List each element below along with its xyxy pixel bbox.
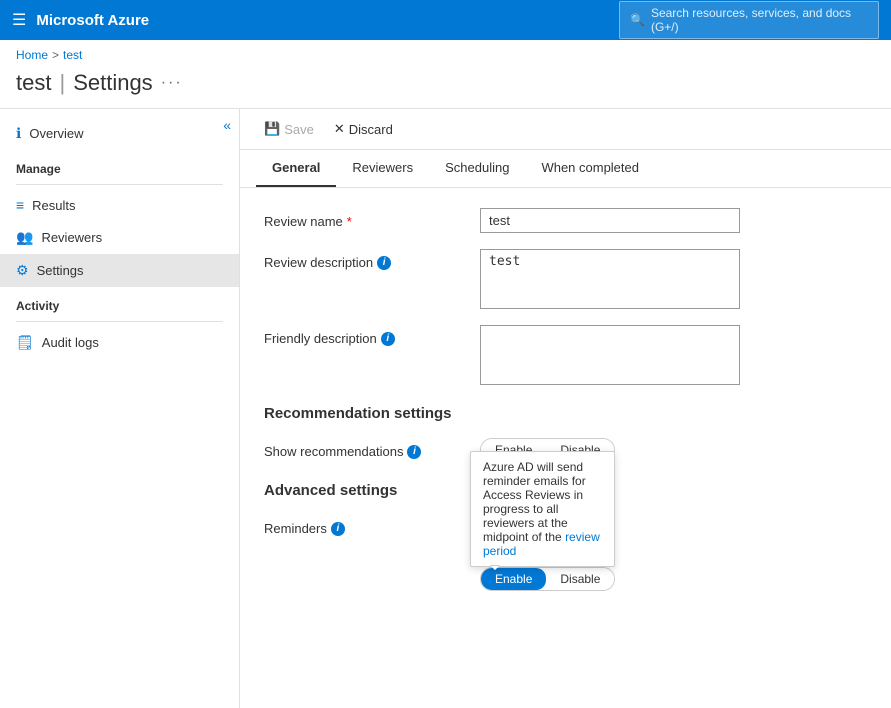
reminders-tooltip: Azure AD will send reminder emails for A… <box>470 451 615 567</box>
sidebar: « ℹ Overview Manage ≡ Results 👥 Reviewer… <box>0 109 240 708</box>
sidebar-label-reviewers: Reviewers <box>41 230 102 245</box>
friendly-desc-info-icon[interactable]: i <box>381 332 395 346</box>
page-title: test <box>16 70 51 96</box>
sidebar-label-overview: Overview <box>29 126 83 141</box>
discard-icon: ✕ <box>334 121 345 137</box>
page-title-separator: | <box>59 70 65 96</box>
breadcrumb-current[interactable]: test <box>63 48 82 62</box>
sidebar-section-activity: Activity <box>0 287 239 317</box>
review-name-label: Review name * <box>264 208 464 229</box>
friendly-desc-label: Friendly description i <box>264 325 464 346</box>
discard-label: Discard <box>349 122 393 137</box>
save-button[interactable]: 💾 Save <box>256 117 322 141</box>
reminders-disable-button[interactable]: Disable <box>546 568 614 590</box>
required-marker: * <box>347 214 352 229</box>
save-icon: 💾 <box>264 121 280 137</box>
breadcrumb-home[interactable]: Home <box>16 48 48 62</box>
app-title: Microsoft Azure <box>36 12 609 29</box>
review-desc-info-icon[interactable]: i <box>377 256 391 270</box>
reminders-label: Reminders i <box>264 515 464 536</box>
sidebar-divider-manage <box>16 184 223 185</box>
search-icon: 🔍 <box>630 13 645 27</box>
sidebar-item-results[interactable]: ≡ Results <box>0 189 239 221</box>
save-label: Save <box>284 122 314 137</box>
sidebar-item-settings[interactable]: ⚙ Settings <box>0 254 239 287</box>
sidebar-label-audit-logs: Audit logs <box>42 335 99 350</box>
breadcrumb: Home > test <box>0 40 891 66</box>
sidebar-divider-activity <box>16 321 223 322</box>
overview-icon: ℹ <box>16 125 21 142</box>
reminders-tooltip-wrapper: Azure AD will send reminder emails for A… <box>480 515 615 591</box>
more-options-button[interactable]: ··· <box>161 74 183 92</box>
reminders-info-icon[interactable]: i <box>331 522 345 536</box>
reminders-row: Reminders i Azure AD will send reminder … <box>264 515 867 591</box>
tab-when-completed[interactable]: When completed <box>525 150 655 187</box>
sidebar-label-results: Results <box>32 198 75 213</box>
review-desc-row: Review description i <box>264 249 867 309</box>
show-rec-info-icon[interactable]: i <box>407 445 421 459</box>
sidebar-label-settings: Settings <box>37 263 84 278</box>
tab-reviewers[interactable]: Reviewers <box>336 150 429 187</box>
global-search-bar[interactable]: 🔍 Search resources, services, and docs (… <box>619 1 879 39</box>
reminders-toggle[interactable]: Enable Disable <box>480 567 615 591</box>
friendly-desc-row: Friendly description i <box>264 325 867 385</box>
tab-general[interactable]: General <box>256 150 336 187</box>
recommendation-settings-header: Recommendation settings <box>264 405 867 422</box>
toolbar: 💾 Save ✕ Discard <box>240 109 891 150</box>
sidebar-item-overview[interactable]: ℹ Overview <box>0 117 239 150</box>
discard-button[interactable]: ✕ Discard <box>326 117 401 141</box>
results-icon: ≡ <box>16 197 24 213</box>
tab-scheduling[interactable]: Scheduling <box>429 150 525 187</box>
breadcrumb-separator: > <box>52 48 59 62</box>
settings-icon: ⚙ <box>16 262 29 279</box>
show-rec-label: Show recommendations i <box>264 438 464 459</box>
audit-logs-icon: 🗒 <box>16 334 34 351</box>
tab-bar: General Reviewers Scheduling When comple… <box>240 150 891 188</box>
search-placeholder-text: Search resources, services, and docs (G+… <box>651 6 868 34</box>
review-desc-input[interactable] <box>480 249 740 309</box>
sidebar-section-manage: Manage <box>0 150 239 180</box>
form-area: Review name * Review description i <box>240 188 891 627</box>
review-desc-label: Review description i <box>264 249 464 270</box>
page-subtitle: Settings <box>73 70 153 96</box>
review-name-input[interactable] <box>480 208 740 233</box>
sidebar-collapse-button[interactable]: « <box>223 117 231 133</box>
main-panel: 💾 Save ✕ Discard General Reviewers Sched… <box>240 109 891 708</box>
reviewers-icon: 👥 <box>16 229 33 246</box>
review-name-row: Review name * <box>264 208 867 233</box>
sidebar-item-reviewers[interactable]: 👥 Reviewers <box>0 221 239 254</box>
sidebar-item-audit-logs[interactable]: 🗒 Audit logs <box>0 326 239 359</box>
friendly-desc-input[interactable] <box>480 325 740 385</box>
hamburger-menu-icon[interactable]: ☰ <box>12 10 26 30</box>
